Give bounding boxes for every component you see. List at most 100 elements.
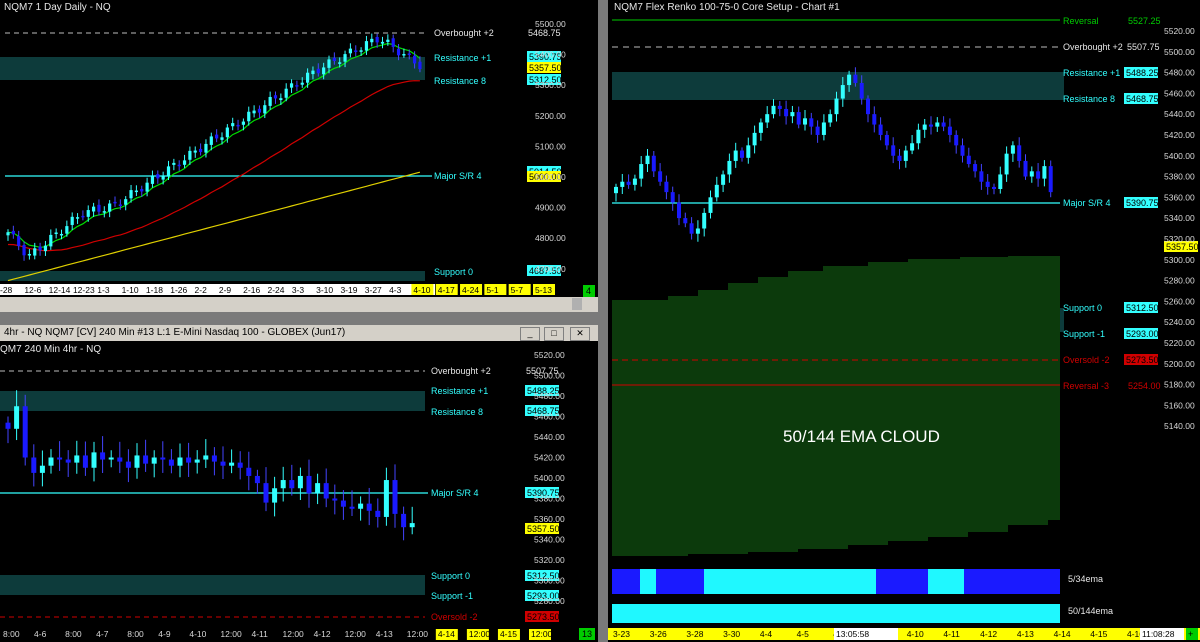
level-label: Support -1 — [1063, 329, 1105, 339]
brick-body — [929, 124, 933, 127]
candle-body — [396, 48, 401, 56]
candle-body — [22, 245, 26, 256]
brick-body — [866, 98, 870, 115]
candle-body — [113, 201, 117, 204]
candle-body — [86, 210, 90, 217]
price-tick: 5300.00 — [534, 576, 565, 586]
ema-50-144-bar — [612, 604, 1060, 623]
candle-body — [65, 459, 71, 463]
brick-body — [758, 122, 763, 133]
candle-body — [349, 506, 355, 509]
date-tick: 3-30 — [723, 629, 740, 639]
price-value: 5357.50 — [529, 63, 562, 73]
level-label: Support -1 — [431, 591, 473, 601]
candle-body — [108, 203, 112, 212]
date-tick: 8:00 — [65, 629, 82, 639]
date-tick: 2-9 — [219, 285, 232, 295]
candle-body — [65, 226, 69, 234]
date-tick: 4-10 — [413, 285, 430, 295]
price-tick: 5400.00 — [535, 50, 566, 60]
price-tick: 5400.00 — [534, 473, 565, 483]
candle-body — [413, 55, 417, 64]
brick-body — [658, 171, 663, 182]
date-tick: 3-23 — [613, 629, 630, 639]
candle-body — [418, 61, 422, 70]
level-label: Resistance 8 — [431, 407, 483, 417]
candle-body — [300, 82, 304, 85]
price-tick: 5440.00 — [1164, 109, 1195, 119]
date-tick: 12:00 — [531, 629, 553, 639]
brick-body — [632, 178, 637, 185]
candle-body — [168, 459, 174, 466]
candle-body — [254, 475, 260, 484]
date-tick: 3-28 — [686, 629, 703, 639]
price-tick: 5520.00 — [1164, 26, 1195, 36]
brick-body — [840, 85, 845, 99]
brick-body — [777, 105, 782, 109]
ema-bar-segment — [640, 569, 656, 594]
date-tick: 4-17 — [438, 285, 455, 295]
candle-body — [401, 513, 407, 528]
price-tick: 5320.00 — [1164, 234, 1195, 244]
price-tick: 5300.00 — [1164, 255, 1195, 265]
h4-chart-panel: 4hr - NQ NQM7 [CV] 240 Min #13 L:1 E-Min… — [0, 325, 598, 642]
candle-body — [280, 480, 286, 489]
candle-body — [252, 110, 256, 114]
price-tick: 5520.00 — [534, 350, 565, 360]
date-tick: 3-26 — [650, 629, 667, 639]
candle-body — [97, 204, 101, 212]
scroll-thumb[interactable] — [572, 298, 582, 310]
date-tick: 4-3 — [389, 285, 402, 295]
window-titlebar[interactable]: 4hr - NQ NQM7 [CV] 240 Min #13 L:1 E-Min… — [0, 325, 598, 341]
date-tick: 1-26 — [170, 285, 187, 295]
date-axis: 8:00 4-6 8:00 4-7 8:00 4-9 4-10 12:00 4-11 12:00 4… — [0, 628, 598, 640]
brick-body — [664, 181, 669, 193]
date-tick: 3-27 — [365, 285, 382, 295]
candle-body — [166, 166, 171, 177]
resistance-zone — [0, 391, 425, 411]
price-tick: 5380.00 — [534, 494, 565, 504]
date-tick: 1-10 — [122, 285, 139, 295]
brick-body — [973, 164, 978, 172]
cloud-label: 50/144 EMA CLOUD — [783, 427, 940, 446]
corner-text: + — [1188, 629, 1193, 639]
brick-body — [941, 122, 946, 127]
minimize-button[interactable]: _ — [520, 327, 540, 341]
date-tick: 4-14 — [1054, 629, 1071, 639]
ema-bar-segment — [612, 569, 640, 594]
ema-cloud — [612, 256, 1060, 556]
resistance-zone — [612, 72, 1064, 100]
date-tick: 5-1 — [486, 285, 499, 295]
candle-body — [295, 85, 299, 87]
candle-body — [33, 248, 37, 256]
candle-body — [215, 134, 219, 139]
horizontal-scrollbar[interactable] — [0, 297, 598, 312]
candle-body — [186, 457, 192, 463]
resistance-zone — [0, 57, 425, 80]
brick-body — [954, 134, 959, 146]
brick-body — [960, 145, 965, 156]
level-label: Resistance +1 — [1063, 68, 1120, 78]
price-tick: 5200.00 — [535, 111, 566, 121]
candle-body — [59, 233, 64, 236]
close-button[interactable]: ✕ — [570, 327, 590, 341]
candle-body — [5, 422, 11, 429]
candle-body — [358, 503, 364, 509]
brick-body — [1036, 171, 1041, 179]
restore-button[interactable]: □ — [544, 327, 564, 341]
date-tick: 12:00 — [469, 629, 491, 639]
candle-body — [332, 498, 338, 501]
brick-body — [947, 126, 952, 135]
candle-body — [323, 483, 329, 499]
candle-body — [392, 480, 398, 514]
price-tick: 5500.00 — [534, 371, 565, 381]
brick-body — [727, 160, 732, 175]
candle-body — [284, 88, 288, 98]
level-label: Overbought +2 — [434, 28, 494, 38]
candle-body — [188, 150, 192, 160]
price-tick: 5200.00 — [1164, 359, 1195, 369]
price-tick: 5380.00 — [1164, 172, 1195, 182]
brick-body — [771, 105, 776, 115]
candle-body — [39, 465, 45, 473]
date-tick: 4-4 — [760, 629, 773, 639]
